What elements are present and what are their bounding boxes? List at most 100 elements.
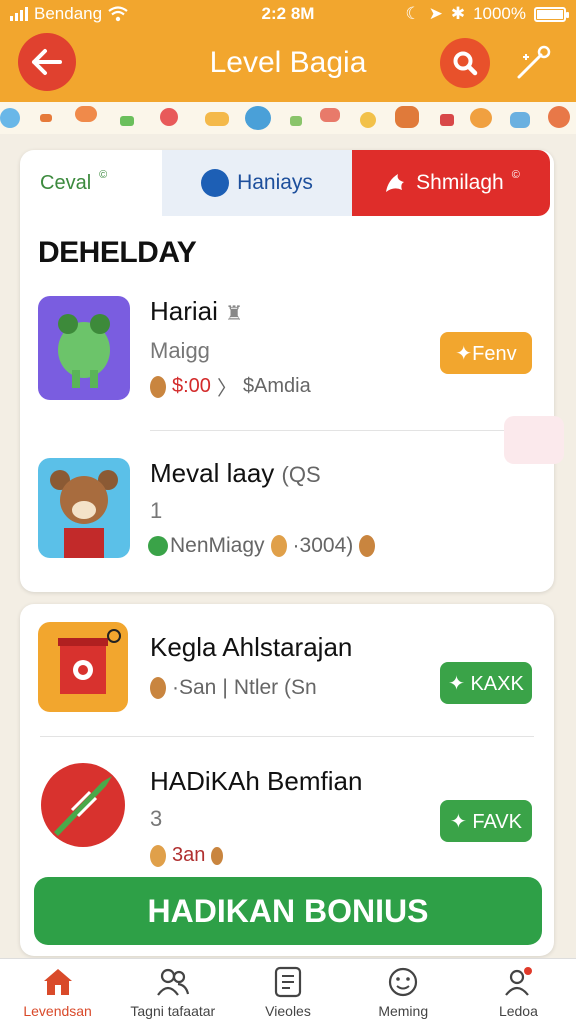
tab-label: Haniays	[237, 171, 313, 194]
decor-shape	[395, 106, 419, 128]
coin-icon	[359, 535, 376, 557]
decor-shape	[75, 106, 97, 122]
nav-label: Ledoa	[498, 1003, 538, 1019]
wand-icon	[517, 45, 551, 79]
home-icon	[41, 965, 75, 999]
item-subtitle: Maigg	[150, 338, 210, 363]
decor-shape	[470, 108, 492, 128]
tab-haniays[interactable]: Haniays	[162, 150, 352, 216]
frog-icon	[38, 296, 130, 400]
item-meta-text: ·San	[172, 676, 217, 699]
bottom-nav: Levendsan Tagni tafaatar Vieoles Meming …	[0, 958, 576, 1024]
nav-label: Tagni tafaatar	[130, 1003, 216, 1019]
status-time: 2:2 8M	[261, 4, 315, 23]
carrier-label: Bendang	[34, 4, 103, 23]
nav-item-meming[interactable]: Meming	[346, 959, 461, 1024]
nav-label: Levendsan	[23, 1003, 92, 1019]
decor-shape	[360, 112, 376, 128]
decorative-banner	[0, 102, 576, 134]
coin-icon	[270, 535, 287, 557]
item-meta: $:00 〉 $Amdia	[150, 372, 311, 401]
nav-item-documents[interactable]: Vieoles	[230, 959, 345, 1024]
item-action-button[interactable]: ✦Fenv	[440, 332, 532, 374]
divider	[40, 736, 534, 737]
tools-button[interactable]	[510, 40, 556, 86]
tab-mark: ©	[511, 169, 520, 181]
nav-item-home[interactable]: Levendsan	[0, 959, 115, 1024]
side-tab[interactable]	[504, 416, 564, 464]
globe-icon	[201, 169, 230, 197]
bonus-button[interactable]: HADIKAN BONIUS	[34, 877, 542, 945]
tab-label: Ceval	[40, 171, 92, 194]
tab-ceval[interactable]: Ceval ©	[20, 150, 162, 216]
item-meta-text: ·3004)	[292, 534, 354, 557]
section-title: DEHELDAY	[38, 236, 197, 269]
decor-shape	[40, 114, 52, 122]
decor-shape	[510, 112, 530, 128]
item-title: Hariai ♜	[150, 296, 244, 326]
coin-icon	[150, 677, 166, 699]
item-meta-text: Ntler (Sn	[233, 676, 317, 699]
bluetooth-icon: ✱	[450, 4, 466, 23]
list-item[interactable]: Kegla Ahlstarajan ·San | Ntler (Sn ✦ KAX…	[20, 622, 554, 716]
flame-icon	[386, 174, 405, 192]
battery-text: 1000%	[473, 4, 526, 23]
decor-shape	[440, 114, 454, 126]
decor-shape	[160, 108, 178, 126]
rocket-icon	[38, 760, 128, 850]
item-subtitle: 3	[150, 806, 163, 831]
status-left: Bendang	[10, 4, 210, 24]
shop-icon	[38, 622, 128, 712]
item-action-button[interactable]: ✦ KAXK	[440, 662, 532, 704]
people-icon	[156, 965, 190, 999]
moon-icon: ☾	[405, 4, 421, 23]
item-meta: 3an	[150, 844, 224, 867]
smiley-icon	[386, 965, 420, 999]
tab-label: Shmilagh	[416, 171, 504, 194]
decor-shape	[290, 116, 302, 126]
coin-icon	[211, 846, 224, 865]
tab-bar: Ceval © Haniays Shmilagh ©	[20, 150, 554, 216]
document-icon	[271, 965, 305, 999]
status-right: ☾ ➤ ✱ 1000%	[366, 4, 569, 24]
decor-shape	[245, 106, 271, 130]
list-item[interactable]: Meval laay (QS 1 NenMiagy ·3004)	[20, 458, 554, 562]
nav-item-people[interactable]: Tagni tafaatar	[115, 959, 230, 1024]
item-meta-text: $Amdia	[242, 375, 311, 397]
search-icon	[453, 51, 478, 76]
tab-shmilagh[interactable]: Shmilagh ©	[352, 150, 550, 216]
item-title: HADiKAh Bemfian	[150, 766, 363, 796]
wifi-icon	[108, 6, 128, 22]
item-action-button[interactable]: ✦ FAVK	[440, 800, 532, 842]
tab-mark: ©	[99, 169, 108, 181]
app-header: Level Bagia	[0, 28, 576, 102]
item-meta: NenMiagy ·3004)	[148, 534, 376, 558]
decor-shape	[0, 108, 20, 128]
divider	[150, 430, 554, 431]
trophy-icon: ♜	[225, 303, 244, 325]
bear-icon	[38, 458, 130, 558]
decor-shape	[548, 106, 570, 128]
nav-item-profile[interactable]: Ledoa	[461, 959, 576, 1024]
chat-icon	[148, 536, 168, 556]
search-button[interactable]	[440, 38, 490, 88]
item-meta-text: 3an	[172, 844, 206, 866]
list-item[interactable]: HADiKAh Bemfian 3 3an ✦ FAVK	[20, 760, 554, 867]
location-icon: ➤	[428, 4, 443, 23]
item-subtitle: 1	[150, 498, 163, 523]
nav-label: Meming	[378, 1003, 429, 1019]
nav-label: Vieoles	[265, 1003, 311, 1019]
item-price: $:00	[172, 375, 211, 397]
item-title: Kegla Ahlstarajan	[150, 632, 353, 662]
item-separator: |	[222, 676, 228, 699]
coin-icon	[150, 844, 166, 867]
coin-icon	[150, 375, 166, 398]
item-meta-text: NenMiagy	[170, 534, 265, 557]
battery-icon	[534, 6, 569, 22]
list-item[interactable]: Hariai ♜ Maigg $:00 〉 $Amdia ✦Fenv	[20, 296, 554, 406]
item-title: Meval laay (QS	[150, 458, 321, 488]
profile-icon	[501, 965, 535, 999]
item-separator: 〉	[216, 378, 237, 400]
status-bar: Bendang 2:2 8M ☾ ➤ ✱ 1000%	[0, 0, 576, 28]
content-card: Ceval © Haniays Shmilagh © DEHELDAY Hari…	[20, 150, 554, 592]
